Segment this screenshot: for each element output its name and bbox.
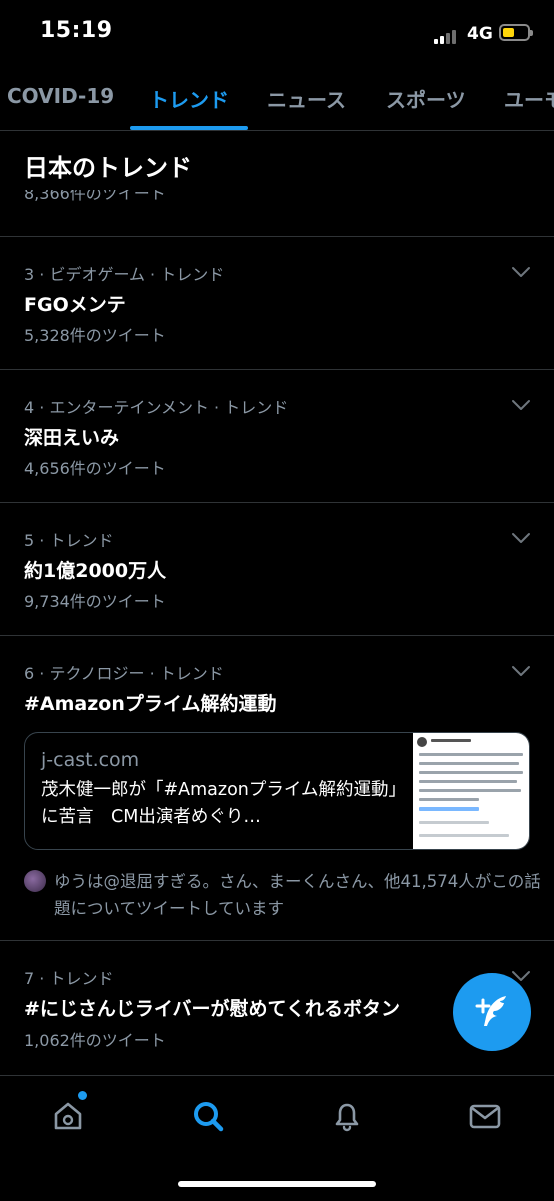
- chevron-down-icon[interactable]: [510, 398, 532, 412]
- battery-icon: [499, 24, 533, 41]
- trend-meta: 7 · トレンド: [24, 969, 114, 988]
- search-icon[interactable]: [188, 1096, 228, 1136]
- compose-feather-icon: [475, 996, 506, 1026]
- card-domain: j-cast.com: [41, 749, 140, 771]
- social-proof-text: ゆうは@退屈すぎる。さん、まーくんさん、他41,574人がこの話題についてツイー…: [54, 872, 541, 918]
- tab-sports[interactable]: スポーツ: [386, 84, 466, 113]
- home-icon[interactable]: [48, 1096, 88, 1136]
- chevron-down-icon[interactable]: [510, 265, 532, 279]
- divider: [0, 369, 554, 370]
- trend-meta: 5 · トレンド: [24, 531, 114, 550]
- trend-meta: 3 · ビデオゲーム · トレンド: [24, 265, 225, 284]
- divider: [0, 940, 554, 941]
- messages-envelope-icon[interactable]: [465, 1096, 505, 1136]
- tab-trends[interactable]: トレンド: [149, 84, 229, 113]
- trend-name: 約1億2000万人: [24, 560, 167, 582]
- notifications-bell-icon[interactable]: [327, 1096, 367, 1136]
- chevron-down-icon[interactable]: [510, 664, 532, 678]
- home-indicator[interactable]: [178, 1181, 376, 1187]
- avatar: [24, 870, 46, 892]
- status-bar: 15:19 4G: [0, 0, 554, 70]
- divider: [0, 502, 554, 503]
- tab-humor[interactable]: ユーモ: [504, 84, 554, 113]
- tab-covid-19[interactable]: COVID-19: [7, 84, 114, 108]
- notification-dot: [78, 1091, 87, 1100]
- trend-meta: 4 · エンターテインメント · トレンド: [24, 398, 289, 417]
- status-time: 15:19: [40, 18, 113, 43]
- chevron-down-icon[interactable]: [510, 531, 532, 545]
- trend-tweet-count: 1,062件のツイート: [24, 1031, 166, 1050]
- cellular-signal-icon: [434, 28, 460, 44]
- trend-tweet-count: 9,734件のツイート: [24, 592, 166, 611]
- divider: [0, 635, 554, 636]
- divider: [0, 236, 554, 237]
- active-tab-indicator: [130, 126, 248, 130]
- section-title: 日本のトレンド: [24, 154, 192, 182]
- card-title: 茂木健一郎が「#Amazonプライム解約運動」に苦言 CM出演者めぐり…: [41, 780, 398, 827]
- card-thumbnail: [413, 733, 529, 849]
- trend-name: 深田えいみ: [24, 427, 120, 449]
- trend-meta: 6 · テクノロジー · トレンド: [24, 664, 224, 683]
- tab-news[interactable]: ニュース: [267, 84, 346, 113]
- trend-tweet-count: 5,328件のツイート: [24, 326, 166, 345]
- explore-tabs: COVID-19 トレンド ニュース スポーツ ユーモ: [0, 70, 554, 131]
- trend-count-cutoff: 8,366件のツイート: [24, 190, 166, 203]
- trend-name: #にじさんじライバーが慰めてくれるボタン: [24, 998, 400, 1020]
- trend-name: #Amazonプライム解約運動: [24, 693, 277, 715]
- network-type: 4G: [467, 24, 493, 44]
- trend-tweet-count: 4,656件のツイート: [24, 459, 166, 478]
- bottom-nav: [0, 1075, 554, 1201]
- compose-tweet-button[interactable]: [453, 973, 531, 1051]
- trend-name: FGOメンテ: [24, 294, 126, 316]
- news-link-card[interactable]: j-cast.com 茂木健一郎が「#Amazonプライム解約運動」に苦言 CM…: [24, 732, 530, 850]
